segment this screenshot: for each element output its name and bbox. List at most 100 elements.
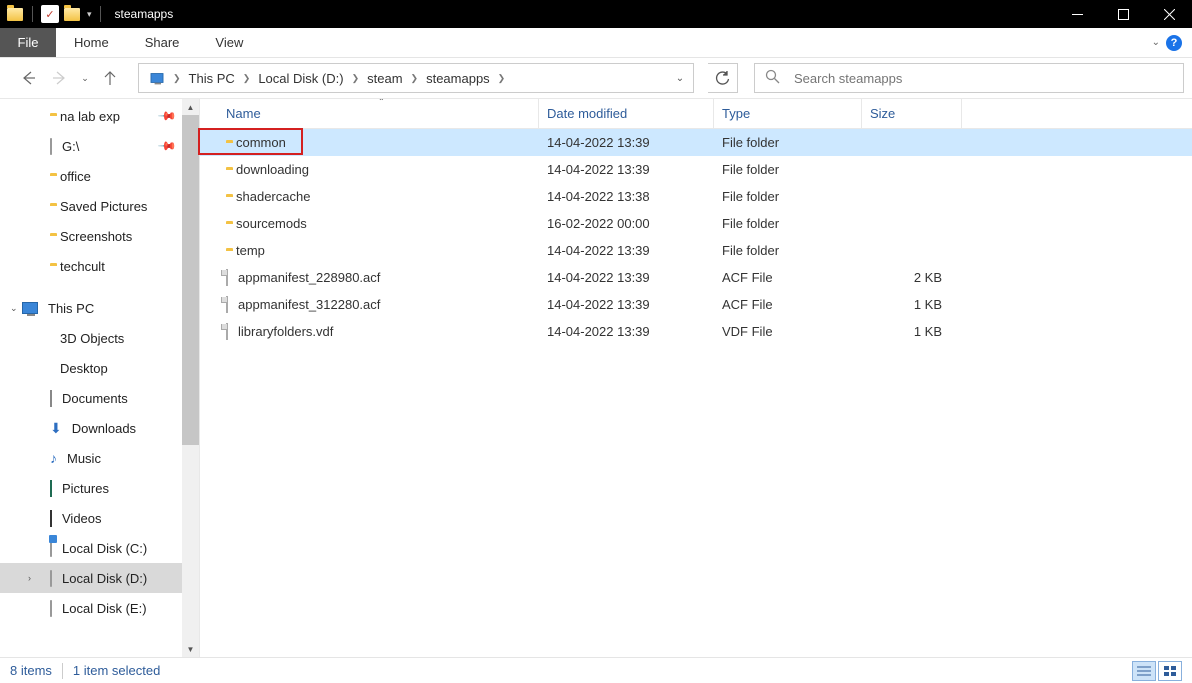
chevron-right-icon[interactable]: ❯	[241, 73, 253, 84]
window-title: steamapps	[115, 7, 174, 21]
sidebar-item[interactable]: 3D Objects	[0, 323, 199, 353]
sidebar-item-label: Local Disk (C:)	[62, 541, 147, 556]
file-type: File folder	[714, 243, 862, 258]
ribbon-expand-icon[interactable]: ⌄	[1152, 37, 1160, 48]
column-headers: Name⌃ Date modified Type Size	[200, 99, 1192, 129]
file-name: common	[236, 135, 286, 150]
file-row[interactable]: downloading14-04-2022 13:39File folder	[200, 156, 1192, 183]
breadcrumb-segment[interactable]: steamapps	[420, 71, 496, 86]
sidebar-scrollbar[interactable]: ▲ ▼	[182, 99, 199, 657]
item-count: 8 items	[10, 663, 52, 678]
sidebar-item-label: Music	[67, 451, 101, 466]
sidebar-item-label: Screenshots	[60, 229, 132, 244]
sidebar-item[interactable]: ›Local Disk (D:)	[0, 563, 199, 593]
search-icon	[765, 69, 780, 87]
open-folder-icon[interactable]	[63, 5, 81, 23]
file-row[interactable]: appmanifest_312280.acf14-04-2022 13:39AC…	[200, 291, 1192, 318]
nav-recent-dropdown[interactable]: ⌄	[78, 64, 92, 92]
drivec-icon	[50, 541, 52, 556]
chevron-right-icon[interactable]: ›	[28, 573, 31, 583]
file-size: 2 KB	[862, 270, 962, 285]
breadcrumb-segment[interactable]: Local Disk (D:)	[252, 71, 349, 86]
file-row[interactable]: sourcemods16-02-2022 00:00File folder	[200, 210, 1192, 237]
sidebar-item-label: office	[60, 169, 91, 184]
help-icon[interactable]: ?	[1166, 35, 1182, 51]
search-input[interactable]	[794, 71, 1173, 86]
properties-icon[interactable]: ✓	[41, 5, 59, 23]
pin-icon: 📌	[157, 106, 177, 126]
file-date: 14-04-2022 13:39	[539, 324, 714, 339]
file-row[interactable]: common14-04-2022 13:39File folder	[200, 129, 1192, 156]
close-button[interactable]	[1146, 0, 1192, 28]
column-date[interactable]: Date modified	[539, 99, 714, 128]
sidebar-item[interactable]: Local Disk (C:)	[0, 533, 199, 563]
sidebar-item[interactable]: Screenshots	[0, 221, 199, 251]
drive-icon	[50, 571, 52, 586]
sidebar-item[interactable]: Desktop	[0, 353, 199, 383]
folder-icon	[6, 5, 24, 23]
view-tab[interactable]: View	[197, 28, 261, 57]
file-type: VDF File	[714, 324, 862, 339]
file-name: libraryfolders.vdf	[238, 324, 333, 339]
breadcrumb-segment[interactable]: This PC	[183, 71, 241, 86]
file-date: 16-02-2022 00:00	[539, 216, 714, 231]
address-dropdown-icon[interactable]: ⌄	[673, 73, 693, 84]
column-size[interactable]: Size	[862, 99, 962, 128]
sidebar-item-label: Desktop	[60, 361, 108, 376]
file-row[interactable]: shadercache14-04-2022 13:38File folder	[200, 183, 1192, 210]
details-view-button[interactable]	[1132, 661, 1156, 681]
scrollbar-thumb[interactable]	[182, 115, 199, 445]
sidebar-item[interactable]: Local Disk (E:)	[0, 593, 199, 623]
file-name: temp	[236, 243, 265, 258]
scroll-up-icon[interactable]: ▲	[182, 99, 199, 115]
column-name[interactable]: Name⌃	[218, 99, 539, 128]
file-row[interactable]: temp14-04-2022 13:39File folder	[200, 237, 1192, 264]
chevron-right-icon[interactable]: ❯	[171, 73, 183, 84]
sidebar-item[interactable]: Documents	[0, 383, 199, 413]
pc-icon	[22, 302, 38, 314]
titlebar: ✓ ▾ steamapps	[0, 0, 1192, 28]
sidebar-item[interactable]: ⬇Downloads	[0, 413, 199, 443]
file-tab[interactable]: File	[0, 28, 56, 57]
refresh-button[interactable]	[708, 63, 738, 93]
sidebar-item[interactable]: Pictures	[0, 473, 199, 503]
sidebar-item[interactable]: Videos	[0, 503, 199, 533]
column-type[interactable]: Type	[714, 99, 862, 128]
file-row[interactable]: libraryfolders.vdf 14-04-2022 13:39VDF Fi…	[200, 318, 1192, 345]
sidebar-item[interactable]: na lab exp📌	[0, 101, 199, 131]
pics-icon	[50, 481, 52, 496]
sidebar-this-pc[interactable]: ⌄ This PC	[0, 293, 199, 323]
qat-dropdown-icon[interactable]: ▾	[87, 9, 92, 20]
home-tab[interactable]: Home	[56, 28, 127, 57]
search-box[interactable]	[754, 63, 1184, 93]
sidebar-item[interactable]: ♪Music	[0, 443, 199, 473]
pc-root-icon[interactable]	[143, 72, 171, 84]
nav-forward-button[interactable]	[46, 64, 74, 92]
share-tab[interactable]: Share	[127, 28, 198, 57]
sidebar-item-label: techcult	[60, 259, 105, 274]
breadcrumb-segment[interactable]: steam	[361, 71, 408, 86]
address-bar[interactable]: ❯ This PC ❯ Local Disk (D:) ❯ steam ❯ st…	[138, 63, 694, 93]
scroll-down-icon[interactable]: ▼	[182, 641, 199, 657]
file-row[interactable]: appmanifest_228980.acf14-04-2022 13:39AC…	[200, 264, 1192, 291]
chevron-right-icon[interactable]: ❯	[350, 73, 362, 84]
maximize-button[interactable]	[1100, 0, 1146, 28]
file-size: 1 KB	[862, 297, 962, 312]
sidebar-item[interactable]: techcult	[0, 251, 199, 281]
thumbnails-view-button[interactable]	[1158, 661, 1182, 681]
sidebar-item-label: This PC	[48, 301, 94, 316]
sidebar-item-label: Pictures	[62, 481, 109, 496]
file-type: ACF File	[714, 270, 862, 285]
file-date: 14-04-2022 13:39	[539, 135, 714, 150]
minimize-button[interactable]	[1054, 0, 1100, 28]
sidebar-item-label: Documents	[62, 391, 128, 406]
nav-back-button[interactable]	[14, 64, 42, 92]
chevron-right-icon[interactable]: ❯	[496, 73, 508, 84]
chevron-right-icon[interactable]: ❯	[409, 73, 421, 84]
nav-up-button[interactable]	[96, 64, 124, 92]
sidebar-item[interactable]: office	[0, 161, 199, 191]
sidebar-item[interactable]: Saved Pictures	[0, 191, 199, 221]
sidebar-item[interactable]: G:\📌	[0, 131, 199, 161]
sort-asc-icon: ⌃	[378, 98, 385, 106]
chevron-down-icon[interactable]: ⌄	[10, 303, 18, 314]
